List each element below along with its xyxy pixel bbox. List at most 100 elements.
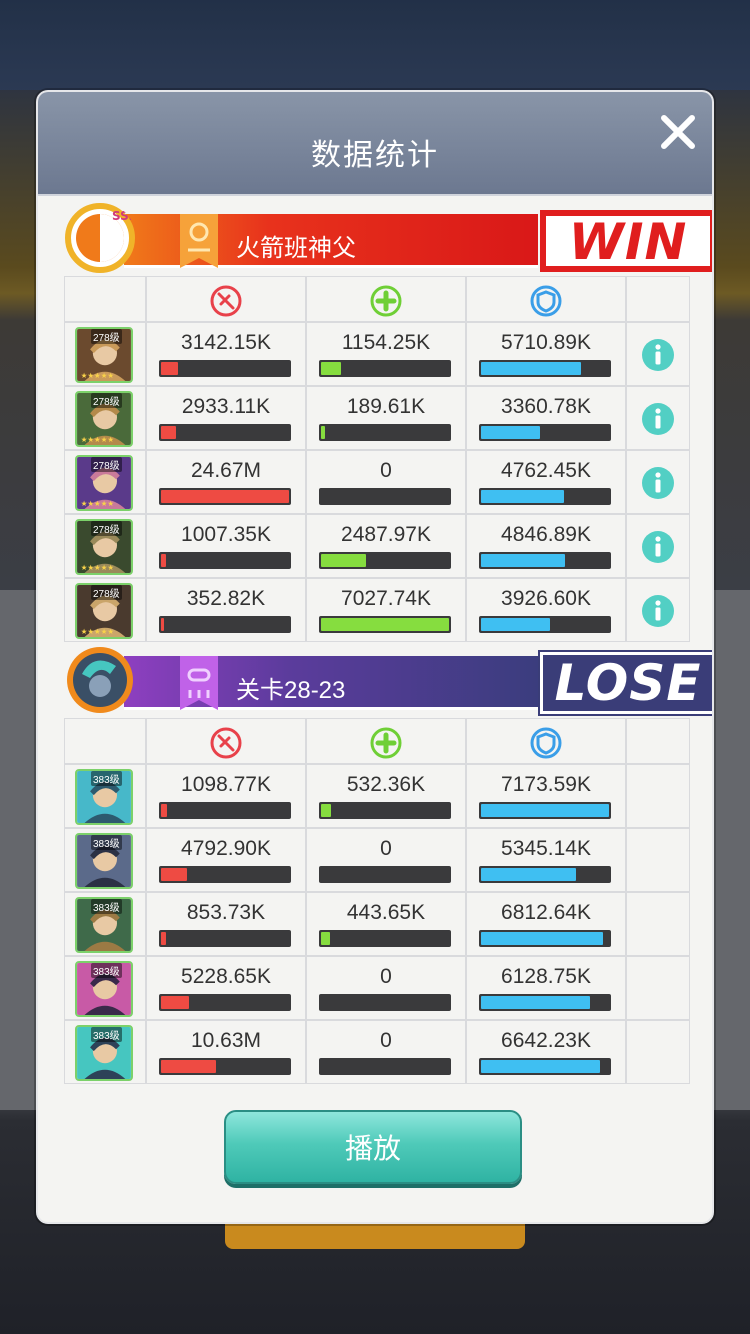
heal-cell: 0 [306,450,466,514]
heal-value: 0 [380,837,392,860]
heal-bar-fill [321,554,366,567]
info-icon[interactable] [641,402,675,436]
hero-avatar[interactable]: 383级 [75,769,133,825]
modal-title: 数据统计 [311,139,439,172]
header-cell [64,276,146,322]
damage-bar [159,488,291,505]
shield-icon [530,727,562,759]
header-cell [306,718,466,764]
info-icon[interactable] [641,594,675,628]
heal-bar-fill [321,426,325,439]
damage-cell: 2933.11K [146,386,306,450]
damage-bar-fill [161,618,164,631]
hero-avatar-cell: 383级 [64,892,146,956]
shield-bar [479,360,611,377]
info-icon[interactable] [641,338,675,372]
damage-cell: 5228.65K [146,956,306,1020]
header-cell [64,718,146,764]
info-cell [626,450,690,514]
damage-value: 5228.65K [181,965,271,988]
stats-header-row [64,276,690,322]
hero-avatar[interactable]: 383级 [75,1025,133,1081]
damage-bar [159,552,291,569]
info-icon[interactable] [641,530,675,564]
svg-text:★★★★★: ★★★★★ [81,435,115,444]
shield-bar-fill [481,932,603,945]
shield-bar [479,1058,611,1075]
shield-bar-fill [481,554,566,567]
shield-bar-fill [481,618,551,631]
enemy-team-name: 关卡28-23 [236,677,346,704]
shield-bar [479,488,611,505]
heal-value: 189.61K [346,395,426,418]
hero-avatar[interactable]: ★★★★★ 278级 [75,327,133,383]
shield-bar-fill [481,1060,601,1073]
heal-bar [319,1058,451,1075]
heal-bar [319,616,451,633]
damage-cell: 10.63M [146,1020,306,1084]
lose-result-text: LOSE [554,654,702,712]
hero-avatar[interactable]: 383级 [75,833,133,889]
damage-bar [159,994,291,1011]
shield-value: 5710.89K [501,331,591,354]
header-cell [466,276,626,322]
hero-level: 278级 [91,585,122,600]
shield-value: 6812.64K [501,901,591,924]
damage-bar-fill [161,996,190,1009]
team-flag-icon [180,214,218,268]
shield-value: 6128.75K [501,965,591,988]
info-cell [626,956,690,1020]
hero-stats-row: ★★★★★ 278级 352.82K 7027.74K 3926.60K [64,578,690,642]
hero-avatar[interactable]: 383级 [75,897,133,953]
hero-level: 383级 [91,963,122,978]
hero-stats-row: 383级 853.73K 443.65K 6812.64K [64,892,690,956]
win-result-box: WIN [540,210,712,272]
shield-value: 3926.60K [501,587,591,610]
damage-bar [159,930,291,947]
damage-icon [210,285,242,317]
shield-bar [479,552,611,569]
heal-bar [319,360,451,377]
shield-cell: 7173.59K [466,764,626,828]
svg-text:★★★★★: ★★★★★ [81,371,115,380]
damage-cell: 24.67M [146,450,306,514]
shield-cell: 6642.23K [466,1020,626,1084]
shield-bar-fill [481,362,581,375]
hero-level: 383级 [91,1027,122,1042]
heal-cell: 0 [306,1020,466,1084]
hero-avatar[interactable]: ★★★★★ 278级 [75,519,133,575]
shield-bar-fill [481,490,565,503]
heal-bar-fill [321,362,342,375]
heal-icon [370,727,402,759]
hero-stats-row: 383级 10.63M 0 6642.23K [64,1020,690,1084]
header-cell [626,718,690,764]
shield-bar [479,802,611,819]
shield-bar [479,930,611,947]
heal-bar [319,552,451,569]
hero-avatar[interactable]: ★★★★★ 278级 [75,455,133,511]
heal-bar [319,424,451,441]
info-cell [626,322,690,386]
damage-bar-fill [161,1060,217,1073]
hero-stats-row: 383级 1098.77K 532.36K 7173.59K [64,764,690,828]
damage-bar [159,424,291,441]
enemy-team-stats-table: 383级 1098.77K 532.36K 7173.59K 383级 4792.90K 0… [64,718,690,1084]
close-icon[interactable] [656,110,700,154]
stats-header-row [64,718,690,764]
hero-avatar-cell: 383级 [64,764,146,828]
shield-value: 5345.14K [501,837,591,860]
heal-cell: 1154.25K [306,322,466,386]
play-button[interactable]: 播放 [224,1110,522,1184]
hero-avatar[interactable]: ★★★★★ 278级 [75,583,133,639]
hero-avatar[interactable]: ★★★★★ 278级 [75,391,133,447]
hero-level: 383级 [91,771,122,786]
shield-cell: 4846.89K [466,514,626,578]
header-cell [146,718,306,764]
heal-value: 1154.25K [341,331,431,354]
damage-bar [159,616,291,633]
hero-avatar[interactable]: 383级 [75,961,133,1017]
damage-bar-fill [161,804,168,817]
battle-stats-modal: 数据统计 火箭班神父 SSR WIN ★★★★★ 278级 3142.15K 1154… [36,90,714,1224]
info-icon[interactable] [641,466,675,500]
info-cell [626,514,690,578]
